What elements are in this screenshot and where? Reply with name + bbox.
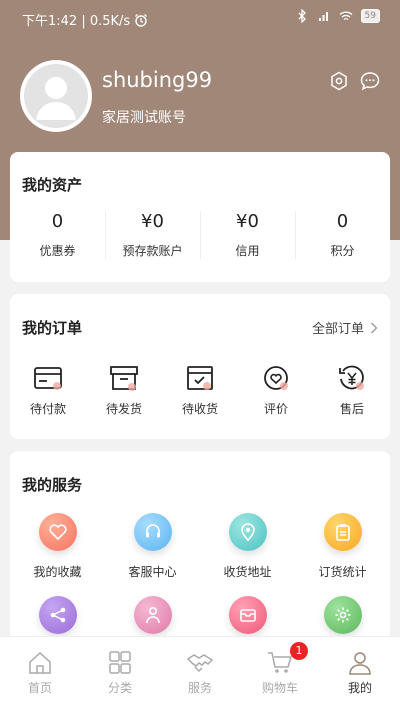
services-title: 我的服务	[22, 476, 83, 494]
order-pending-shipment[interactable]: 待发货	[86, 364, 162, 417]
chevron-right-icon	[371, 322, 378, 333]
person-icon	[133, 596, 172, 634]
heart-icon	[38, 513, 77, 551]
status-time: 下午1:42 | 0.5K/s	[22, 14, 131, 29]
gear-icon	[323, 596, 362, 634]
orders-title: 我的订单	[22, 319, 83, 337]
service-share[interactable]	[10, 596, 105, 634]
service-order-stats[interactable]: 订货统计	[295, 513, 390, 580]
service-label: 收货地址	[223, 565, 272, 579]
asset-coupons[interactable]: 0 优惠券	[10, 207, 105, 267]
headset-icon	[133, 513, 172, 551]
review-icon	[264, 366, 288, 390]
order-pending-payment[interactable]: 待付款	[10, 364, 86, 417]
share-icon	[38, 596, 77, 634]
clipboard-icon	[323, 513, 362, 551]
tab-home[interactable]: 首页	[0, 637, 80, 711]
assets-card: 我的资产 0 优惠券 ¥0 预存款账户 ¥0 信用 0 积分	[10, 152, 390, 282]
services-grid: 我的收藏 客服中心 收货地址 订货统计	[10, 513, 390, 634]
asset-value: 0	[336, 211, 349, 232]
service-label: 我的收藏	[33, 565, 82, 579]
bottom-tab-bar: 首页 分类 服务 1 购物车 我的	[0, 636, 400, 711]
order-label: 待收货	[181, 402, 218, 416]
wallet-icon	[34, 367, 62, 390]
alarm-icon	[135, 13, 148, 27]
signal-icon	[318, 12, 328, 21]
grid-icon	[109, 651, 131, 674]
cart-icon	[268, 652, 293, 673]
handshake-icon	[186, 654, 214, 673]
tab-category[interactable]: 分类	[80, 637, 160, 711]
asset-value: 0	[51, 211, 64, 232]
service-favorites[interactable]: 我的收藏	[10, 513, 105, 580]
message-icon[interactable]	[359, 70, 381, 92]
asset-label: 预存款账户	[122, 244, 183, 258]
services-card: 我的服务 我的收藏 客服中心 收货地址 订货统计	[10, 451, 390, 651]
tab-mine[interactable]: 我的	[320, 637, 400, 711]
assets-title: 我的资产	[22, 176, 83, 194]
status-bar: 下午1:42 | 0.5K/s 59	[0, 0, 400, 36]
all-orders-label: 全部订单	[311, 322, 364, 337]
cart-badge: 1	[290, 642, 308, 660]
service-label: 订货统计	[318, 565, 367, 579]
mail-icon	[228, 596, 267, 634]
service-settings[interactable]	[295, 596, 390, 634]
service-address[interactable]: 收货地址	[200, 513, 295, 580]
tab-label: 服务	[187, 681, 212, 695]
service-person[interactable]	[105, 596, 200, 634]
order-after-sale[interactable]: 售后	[314, 364, 390, 417]
home-icon	[29, 651, 51, 674]
location-icon	[228, 513, 267, 551]
tab-label: 分类	[107, 681, 132, 695]
avatar-placeholder-icon	[24, 64, 88, 128]
battery-level: 59	[364, 11, 376, 21]
order-label: 售后	[339, 402, 364, 416]
asset-value: ¥0	[141, 211, 164, 232]
username: shubing99	[102, 68, 213, 92]
order-label: 待付款	[29, 402, 66, 416]
receive-icon	[187, 366, 213, 390]
account-subtitle: 家居测试账号	[102, 110, 186, 126]
asset-value: ¥0	[236, 211, 259, 232]
tab-label: 首页	[27, 681, 52, 695]
all-orders-link[interactable]: 全部订单	[312, 318, 378, 337]
service-mail[interactable]	[200, 596, 295, 634]
battery-icon: 59	[360, 9, 380, 23]
asset-label: 积分	[330, 244, 355, 258]
asset-prepaid[interactable]: ¥0 预存款账户	[105, 207, 200, 267]
tab-label: 购物车	[261, 681, 298, 695]
tab-service[interactable]: 服务	[160, 637, 240, 711]
order-label: 评价	[263, 402, 288, 416]
orders-card: 我的订单 全部订单 待付款 待发货 待收货 评价 售后	[10, 294, 390, 439]
user-icon	[349, 652, 371, 675]
asset-points[interactable]: 0 积分	[295, 207, 390, 267]
order-label: 待发货	[105, 402, 142, 416]
tab-cart[interactable]: 1 购物车	[240, 637, 320, 711]
order-status-row: 待付款 待发货 待收货 评价 售后	[10, 364, 390, 417]
service-customer-center[interactable]: 客服中心	[105, 513, 200, 580]
assets-row: 0 优惠券 ¥0 预存款账户 ¥0 信用 0 积分	[10, 207, 390, 267]
tab-label: 我的	[347, 681, 372, 695]
order-review[interactable]: 评价	[238, 364, 314, 417]
after-sale-icon	[339, 365, 364, 390]
order-pending-receipt[interactable]: 待收货	[162, 364, 238, 417]
box-icon	[110, 366, 138, 391]
asset-label: 优惠券	[39, 244, 76, 258]
service-label: 客服中心	[128, 565, 177, 579]
wifi-icon	[339, 11, 352, 21]
settings-icon[interactable]	[328, 70, 350, 92]
avatar[interactable]	[20, 60, 92, 132]
asset-label: 信用	[235, 244, 260, 258]
asset-credit[interactable]: ¥0 信用	[200, 207, 295, 267]
bluetooth-icon	[298, 9, 306, 23]
